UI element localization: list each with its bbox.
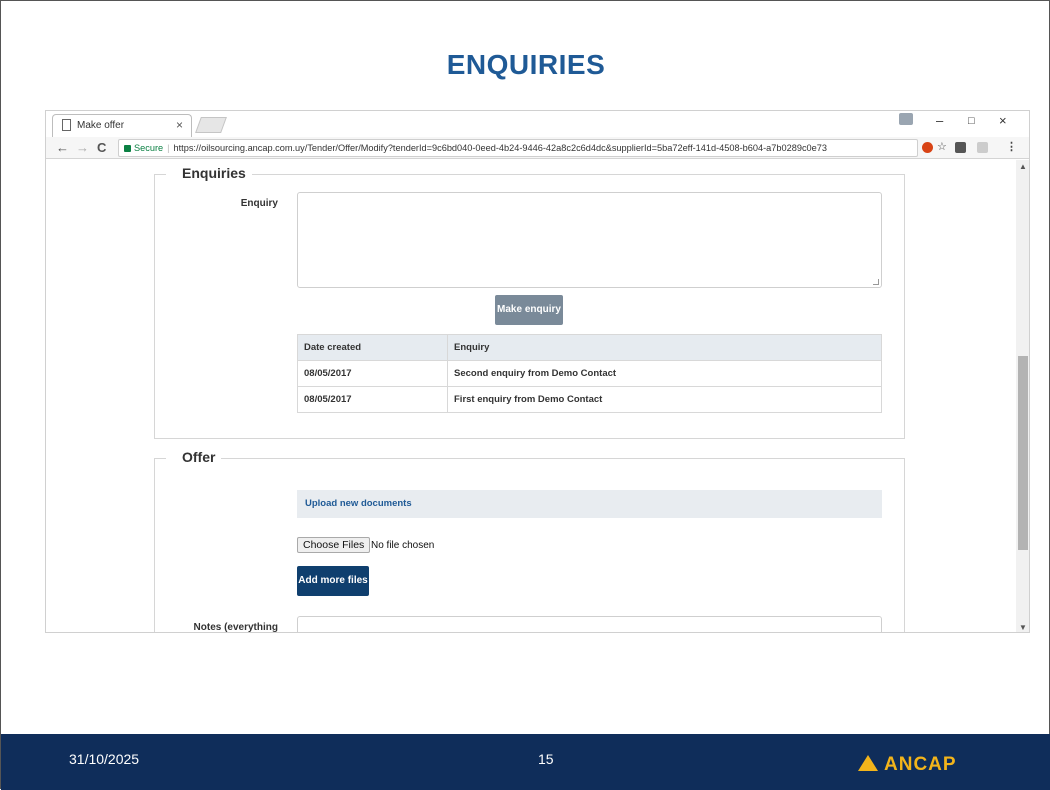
column-header-date: Date created (297, 334, 448, 361)
logo-text: ANCAP (884, 754, 957, 775)
offer-legend: Offer (176, 449, 222, 465)
extension-icon-2[interactable] (955, 142, 966, 153)
column-header-enquiry: Enquiry (447, 334, 882, 361)
slide-footer: 31/10/2025 15 ANCAP (1, 734, 1050, 790)
new-tab-button[interactable] (195, 117, 227, 133)
scroll-down-arrow-icon[interactable]: ▼ (1019, 623, 1027, 632)
cell-enquiry: First enquiry from Demo Contact (447, 386, 882, 413)
tab-label: Make offer (77, 120, 125, 131)
page-icon (62, 119, 71, 131)
cell-date: 08/05/2017 (297, 386, 448, 413)
menu-icon[interactable]: ⋮ (1006, 140, 1017, 153)
scroll-thumb[interactable] (1018, 356, 1028, 550)
table-row: 08/05/2017 First enquiry from Demo Conta… (297, 386, 882, 413)
forward-button[interactable]: → (76, 140, 89, 155)
tab-make-offer[interactable]: Make offer × (52, 114, 192, 137)
cell-date: 08/05/2017 (297, 360, 448, 387)
slide-title: ENQUIRIES (446, 49, 606, 80)
extension-icon-3[interactable] (977, 142, 988, 153)
extension-icon[interactable] (922, 142, 933, 153)
secure-label: Secure (134, 143, 164, 153)
url-text: https://oilsourcing.ancap.com.uy/Tender/… (173, 143, 827, 153)
back-button[interactable]: ← (56, 140, 69, 155)
slide: ENQUIRIES Make offer × – □ × ← → C Secur… (0, 0, 1050, 790)
close-window-button[interactable]: × (999, 113, 1007, 128)
scroll-up-arrow-icon[interactable]: ▲ (1019, 162, 1027, 171)
minimize-button[interactable]: – (936, 113, 943, 128)
reload-button[interactable]: C (97, 140, 106, 155)
cell-enquiry: Second enquiry from Demo Contact (447, 360, 882, 387)
restore-button[interactable]: □ (968, 115, 975, 127)
tab-bar: Make offer × – □ × (46, 111, 1029, 137)
star-icon[interactable]: ☆ (937, 140, 947, 153)
table-header-row: Date created Enquiry (297, 334, 882, 361)
profile-icon[interactable] (899, 113, 913, 125)
ancap-logo-icon (858, 755, 878, 771)
footer-date: 31/10/2025 (69, 751, 140, 767)
resize-handle[interactable] (873, 279, 879, 285)
enquiries-legend: Enquiries (176, 165, 252, 181)
offer-panel (154, 458, 905, 632)
notes-label: Notes (everything written (193, 622, 278, 633)
tab-close-icon[interactable]: × (176, 118, 183, 132)
url-input[interactable]: Secure | https://oilsourcing.ancap.com.uy/… (118, 139, 918, 157)
page-number: 15 (538, 751, 554, 767)
table-row: 08/05/2017 Second enquiry from Demo Cont… (297, 360, 882, 387)
address-bar: ← → C Secure | https://oilsourcing.ancap.c… (46, 137, 1029, 159)
enquiries-table: Date created Enquiry 08/05/2017 Second e… (297, 334, 882, 413)
enquiry-textarea[interactable] (297, 192, 882, 288)
scrollbar[interactable]: ▲ ▼ (1016, 160, 1029, 632)
page-viewport: Enquiries Enquiry Make enquiry Date crea… (46, 160, 1016, 633)
add-more-files-button[interactable]: Add more files (297, 566, 369, 596)
notes-textarea[interactable] (297, 616, 882, 632)
upload-documents-header: Upload new documents (297, 490, 882, 518)
browser-window: Make offer × – □ × ← → C Secure | https://… (45, 110, 1030, 633)
lock-icon (124, 145, 131, 152)
make-enquiry-button[interactable]: Make enquiry (495, 295, 563, 325)
choose-files-button[interactable]: Choose Files (297, 537, 371, 553)
ancap-logo: ANCAP (858, 754, 957, 775)
enquiry-label: Enquiry (240, 198, 278, 209)
no-file-chosen-text: No file chosen (371, 540, 435, 551)
